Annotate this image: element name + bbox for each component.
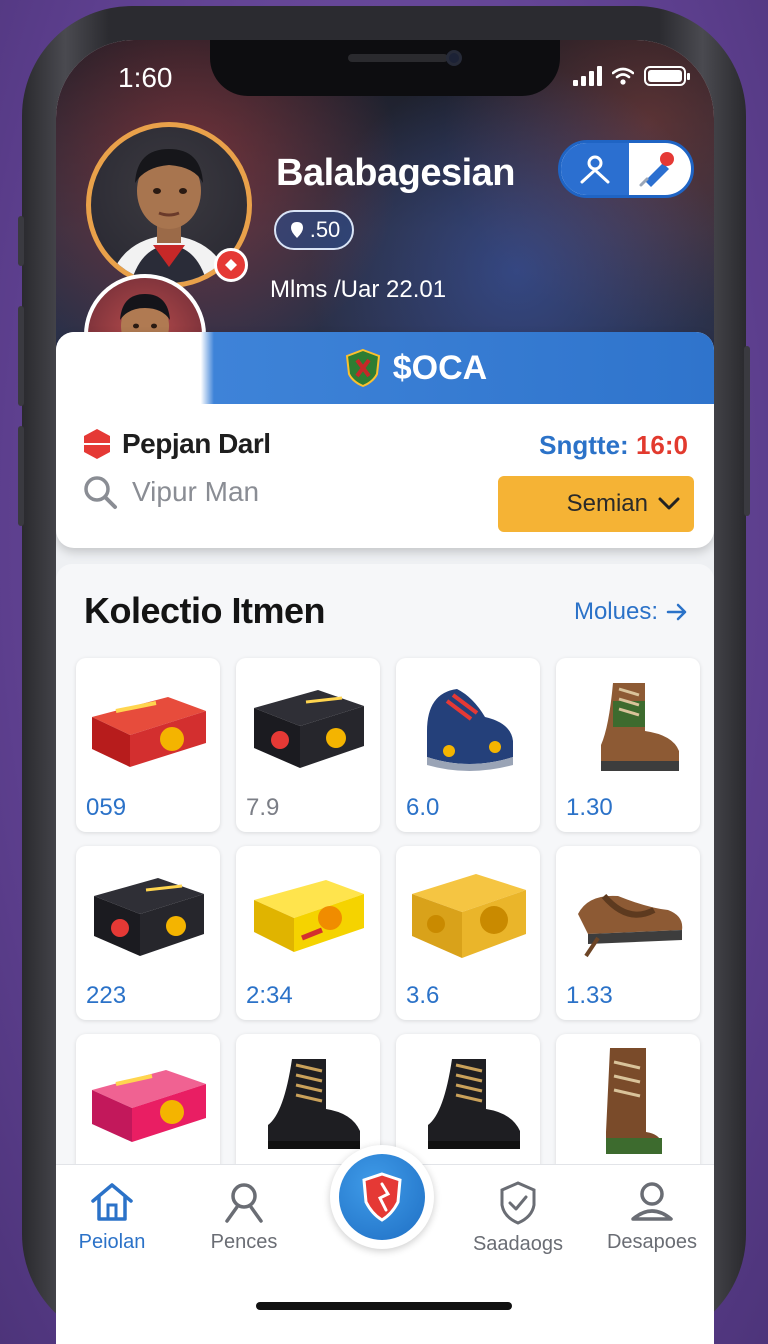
collection-item[interactable] <box>76 1034 220 1174</box>
nav-label-pences: Pences <box>210 1231 278 1253</box>
player-info-card: $OCA Pepjan Darl Sngtte: 16:0 Vipur Man … <box>56 332 714 548</box>
remove-badge-icon[interactable] <box>214 248 248 282</box>
collection-item[interactable]: 223 <box>76 846 220 1020</box>
home-icon <box>91 1183 133 1221</box>
boot-tall-brown-icon <box>564 1044 692 1160</box>
collection-grid: 059 7.9 6.0 1.30 223 2:34 3.6 1.33 <box>76 658 700 1174</box>
nav-label-home: Peiolan <box>78 1231 146 1253</box>
shield-check-icon <box>500 1181 536 1225</box>
nav-label-saadaogs: Saadaogs <box>472 1233 564 1255</box>
boot-black-icon <box>404 1044 532 1160</box>
mode-toggle[interactable] <box>558 140 694 198</box>
box-red-icon <box>84 668 212 784</box>
box-pink-icon <box>84 1044 212 1160</box>
item-price: 1.33 <box>566 982 613 1009</box>
notch <box>210 40 560 96</box>
item-price: 223 <box>86 982 127 1009</box>
rocket-mode-icon[interactable] <box>623 143 691 195</box>
item-price: 2:34 <box>246 982 293 1009</box>
item-price: 059 <box>86 794 127 821</box>
home-indicator <box>256 1302 512 1310</box>
box-gold-icon <box>404 856 532 972</box>
boot-black-icon <box>244 1044 372 1160</box>
search-icon <box>84 476 117 509</box>
box-black-icon <box>244 668 372 784</box>
item-price: 6.0 <box>406 794 440 821</box>
single-stat: Sngtte: 16:0 <box>539 430 688 461</box>
collection-more-label: Molues: <box>573 598 658 625</box>
chevron-down-icon <box>658 497 680 510</box>
mute-switch <box>18 216 24 266</box>
signal-icon <box>573 66 602 86</box>
team-banner[interactable]: $OCA <box>56 332 714 404</box>
volume-up-button <box>18 306 24 406</box>
search-bar[interactable]: Vipur Man <box>82 474 259 510</box>
single-stat-label: Sngtte: <box>539 430 629 460</box>
collection-item[interactable]: 2:34 <box>236 846 380 1020</box>
collection-item[interactable]: 1.30 <box>556 658 700 832</box>
nav-item-pences[interactable]: Pences <box>184 1181 304 1254</box>
status-time: 1:60 <box>118 62 173 93</box>
item-price: 7.9 <box>246 794 280 821</box>
user-icon <box>225 1183 263 1223</box>
collection-item[interactable]: 1.33 <box>556 846 700 1020</box>
wifi-icon <box>612 67 634 85</box>
nav-item-saadaogs[interactable]: Saadaogs <box>458 1181 578 1256</box>
player-row: Pepjan Darl <box>82 428 271 460</box>
sort-dropdown-label: Semian <box>566 490 648 517</box>
profile-name: Balabagesian <box>276 152 516 194</box>
collection-item[interactable] <box>556 1034 700 1174</box>
rating-pill: .50 <box>274 210 354 250</box>
sort-dropdown[interactable]: Semian <box>498 476 694 532</box>
boot-brown-green-icon <box>564 668 692 784</box>
app-screen: 1:60 Balabagesian .50 Mlms /Uar 22.01 $O… <box>56 40 714 1344</box>
collection-more-link[interactable]: Molues: <box>574 598 688 626</box>
hexagon-icon <box>84 429 110 459</box>
player-name: Pepjan Darl <box>122 428 271 459</box>
earpiece-speaker <box>348 54 448 62</box>
shield-crest-icon <box>362 1172 402 1222</box>
power-button <box>744 346 750 516</box>
collection-item[interactable]: 6.0 <box>396 658 540 832</box>
shoe-brown-icon <box>564 856 692 972</box>
team-crest-icon <box>345 348 380 388</box>
collection-item[interactable]: 059 <box>76 658 220 832</box>
item-price: 1.30 <box>566 794 613 821</box>
collection-title: Kolectio Itmen <box>84 590 326 631</box>
collection-item[interactable]: 3.6 <box>396 846 540 1020</box>
battery-icon <box>644 66 690 86</box>
profile-meta: Mlms /Uar 22.01 <box>270 276 447 303</box>
person-mode-icon[interactable] <box>561 143 629 195</box>
status-icons <box>573 66 690 86</box>
collection-item[interactable]: 7.9 <box>236 658 380 832</box>
nav-item-desapoes[interactable]: Desapoes <box>592 1181 712 1254</box>
box-yellow-icon <box>244 856 372 972</box>
nav-label-desapoes: Desapoes <box>606 1231 698 1253</box>
users-icon <box>631 1182 673 1221</box>
rating-value: .50 <box>309 217 341 242</box>
front-camera <box>446 50 462 66</box>
arrow-right-icon <box>666 603 687 621</box>
bottom-navigation: Peiolan Pences Saadaogs Desapoes <box>56 1145 714 1344</box>
pin-icon <box>290 222 303 238</box>
search-input[interactable]: Vipur Man <box>132 476 259 508</box>
collection-item[interactable] <box>396 1034 540 1174</box>
single-stat-value: 16:0 <box>635 430 688 460</box>
item-price: 3.6 <box>406 982 440 1009</box>
team-banner-label: $OCA <box>392 348 488 387</box>
volume-down-button <box>18 426 24 526</box>
box-black-icon <box>84 856 212 972</box>
center-action-button[interactable] <box>330 1145 434 1249</box>
shoe-blue-icon <box>404 668 532 784</box>
nav-item-home[interactable]: Peiolan <box>56 1181 172 1254</box>
